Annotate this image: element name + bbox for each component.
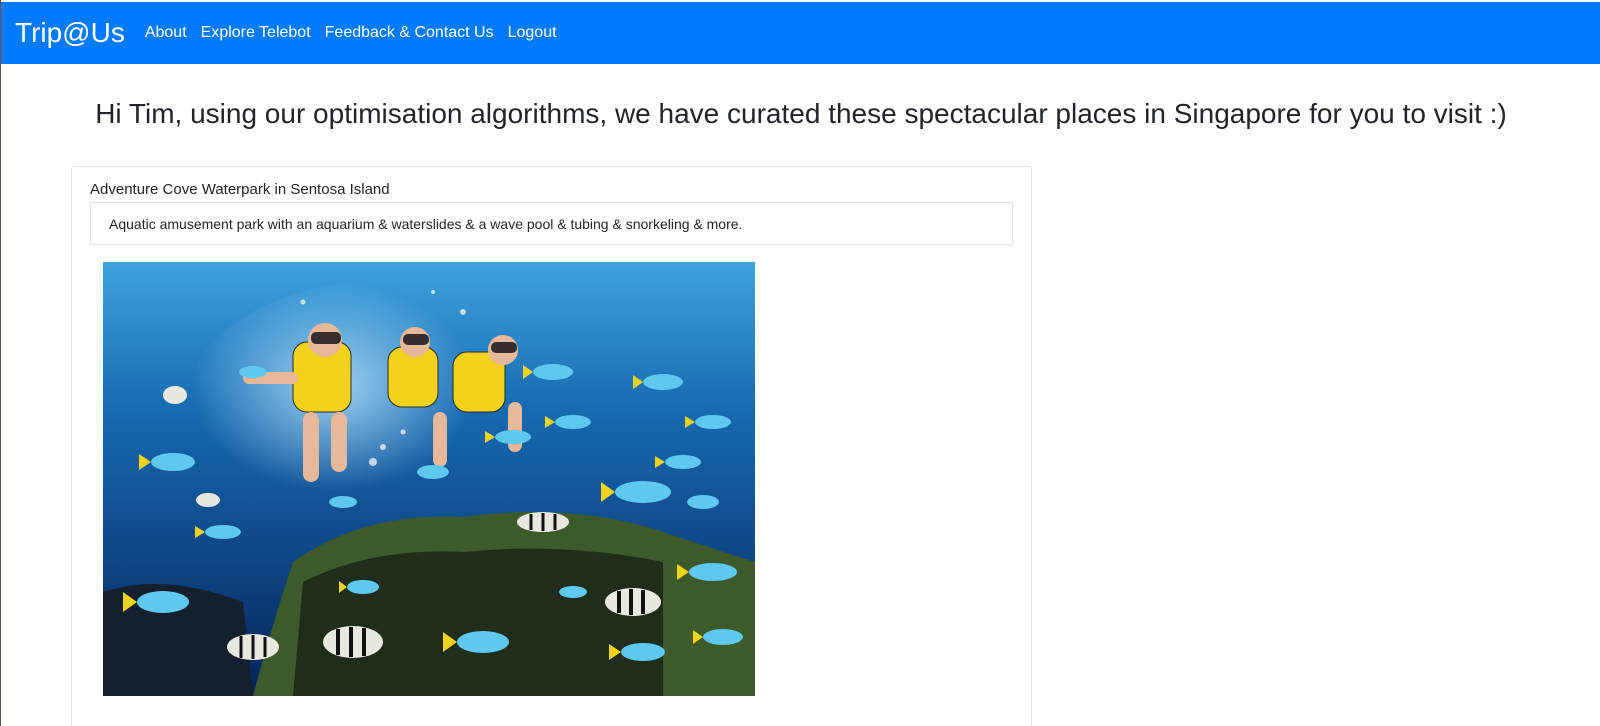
nav-link-logout[interactable]: Logout xyxy=(508,24,557,42)
nav-link-feedback-contact[interactable]: Feedback & Contact Us xyxy=(325,24,494,42)
place-title: Adventure Cove Waterpark in Sentosa Isla… xyxy=(90,181,390,198)
nav-link-explore-telebot[interactable]: Explore Telebot xyxy=(201,24,311,42)
brand-logo-link[interactable]: Trip@Us xyxy=(15,17,125,49)
page: Trip@Us About Explore Telebot Feedback &… xyxy=(0,0,1600,726)
place-photo xyxy=(103,262,755,696)
page-headline: Hi Tim, using our optimisation algorithm… xyxy=(95,98,1507,129)
place-description-box: Aquatic amusement park with an aquarium … xyxy=(90,202,1013,245)
place-card: Adventure Cove Waterpark in Sentosa Isla… xyxy=(71,166,1032,726)
nav-link-about[interactable]: About xyxy=(145,24,187,42)
place-description: Aquatic amusement park with an aquarium … xyxy=(109,216,743,232)
navbar: Trip@Us About Explore Telebot Feedback &… xyxy=(1,2,1600,64)
snorkeling-aquarium-image xyxy=(103,262,755,696)
